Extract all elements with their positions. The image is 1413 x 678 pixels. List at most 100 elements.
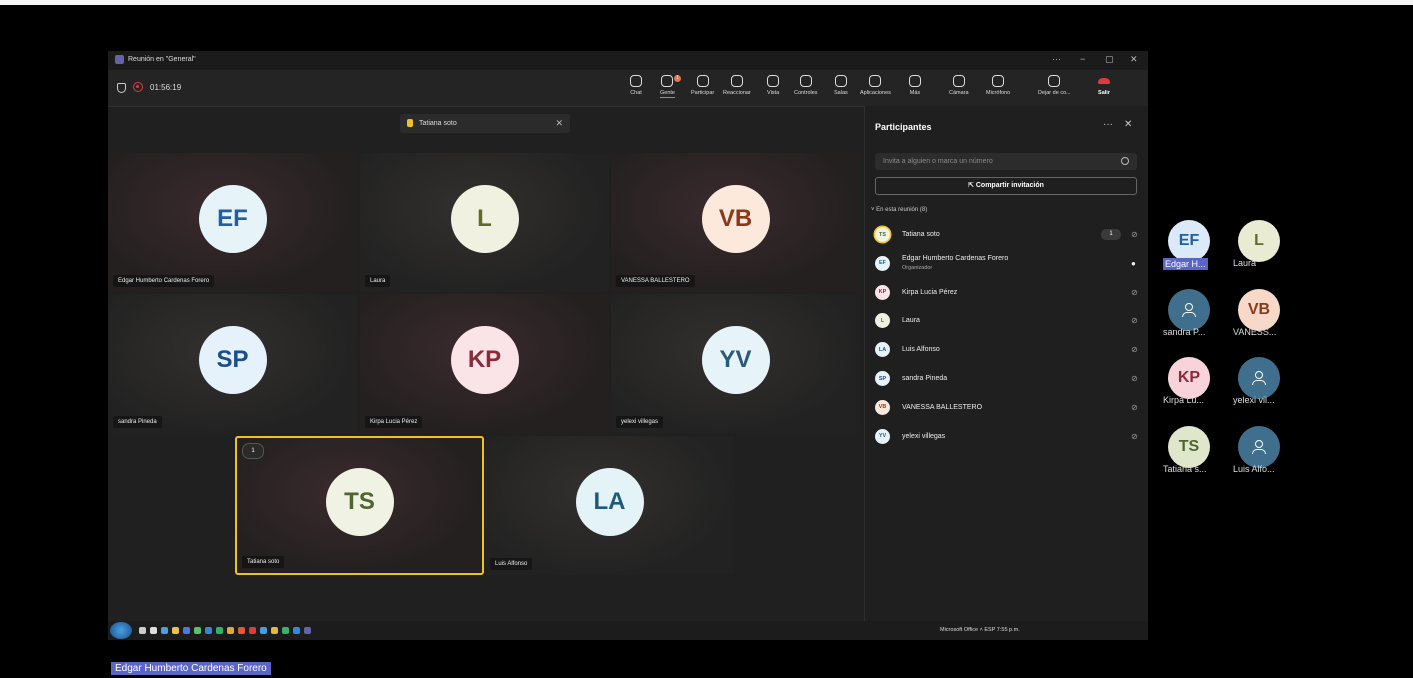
floating-name-label: Tatiana s... [1163, 464, 1207, 474]
taskbar-app-icon[interactable] [150, 627, 157, 634]
toolbar-button-label: Salas [834, 90, 848, 96]
microphone-muted-icon: ⊘ [1131, 402, 1138, 412]
taskbar-app-icon[interactable] [227, 627, 234, 634]
video-tile[interactable]: LA Luis Alfonso [485, 436, 734, 575]
taskbar-app-icon[interactable] [304, 627, 311, 634]
floating-name-label: Edgar H... [1163, 258, 1208, 270]
taskbar-app-icon[interactable] [271, 627, 278, 634]
microphone-muted-icon: ⊘ [1131, 287, 1138, 297]
participant-avatar: L [875, 313, 890, 329]
floating-avatar[interactable]: TS [1168, 426, 1210, 468]
floating-avatar[interactable] [1168, 289, 1210, 331]
toolbar-button-8[interactable]: Más [909, 75, 921, 96]
floating-avatar[interactable] [1238, 426, 1280, 468]
taskbar-app-icon[interactable] [183, 627, 190, 634]
toolbar-button-4[interactable]: Vista [767, 75, 779, 96]
toolbar-button-1[interactable]: Gente 1 [660, 75, 681, 98]
participant-avatar: TS [875, 227, 890, 242]
invite-placeholder: Invita a alguien o marca un número [883, 158, 993, 165]
teams-logo-icon [115, 55, 124, 64]
grid-view-icon [767, 75, 780, 87]
toolbar-button-9[interactable]: Cámara [949, 75, 969, 96]
toolbar-button-5[interactable]: Controles [794, 75, 818, 96]
taskbar-app-icon[interactable] [161, 627, 168, 634]
floating-avatar[interactable]: VB [1238, 289, 1280, 331]
floating-avatar[interactable] [1238, 357, 1280, 399]
speaker-label: Edgar Humberto Cardenas Forero [111, 662, 271, 675]
toolbar-button-11[interactable]: Dejar de co... [1038, 75, 1071, 96]
taskbar-app-icon[interactable] [194, 627, 201, 634]
video-tile[interactable]: YV yelexi villegas [611, 294, 860, 433]
floating-avatar[interactable]: EF [1168, 220, 1210, 262]
taskbar-app-icon[interactable] [238, 627, 245, 634]
camera-off-icon [952, 75, 965, 87]
section-header[interactable]: ˅ En esta reunión (8) [871, 207, 927, 213]
participants-panel: Participantes ··· ✕ Invita a alguien o m… [864, 106, 1148, 624]
participant-avatar: LA [875, 342, 890, 358]
participant-name: Kirpa Lucia Pérez [902, 288, 958, 296]
taskbar-app-icon[interactable] [216, 627, 223, 634]
participant-row[interactable]: VB VANESSA BALLESTERO ⊘ [875, 397, 1145, 419]
toolbar-button-2[interactable]: Participar [691, 75, 714, 96]
toast-name: Tatiana soto [419, 120, 457, 127]
share-invitation-button[interactable]: ⇱ Compartir invitación [875, 177, 1137, 195]
participant-name-label: VANESSA BALLESTERO [616, 275, 695, 287]
recording-icon [133, 82, 143, 92]
microphone-muted-icon: ⊘ [1131, 345, 1138, 355]
taskbar-app-icon[interactable] [282, 627, 289, 634]
participant-row[interactable]: L Laura ⊘ [875, 310, 1145, 332]
participant-name: Tatiana soto [902, 231, 940, 238]
floating-avatar[interactable]: KP [1168, 357, 1210, 399]
toolbar-button-10[interactable]: Micrófono [986, 75, 1010, 96]
participant-name-label: sandra Pineda [113, 416, 162, 428]
toolbar-button-3[interactable]: Reaccionar [723, 75, 751, 96]
toolbar-button-label: Cámara [949, 90, 969, 96]
participant-row[interactable]: KP Kirpa Lucia Pérez ⊘ [875, 282, 1145, 304]
toolbar-button-6[interactable]: Salas [834, 75, 848, 96]
panel-close-icon[interactable]: ✕ [1124, 119, 1132, 130]
participant-row[interactable]: LA Luis Alfonso ⊘ [875, 339, 1145, 361]
raised-hand-badge: 1 [242, 443, 264, 459]
video-tile[interactable]: L Laura [360, 153, 609, 292]
start-orb-icon[interactable] [110, 622, 132, 639]
taskbar-app-icon[interactable] [249, 627, 256, 634]
meeting-timer: 01:56:19 [150, 83, 182, 92]
video-tile[interactable]: VB VANESSA BALLESTERO [611, 153, 860, 292]
avatar: L [450, 184, 519, 253]
close-icon[interactable]: ✕ [1130, 54, 1138, 65]
taskbar-app-icon[interactable] [260, 627, 267, 634]
toolbar-button-label: Controles [794, 90, 818, 96]
taskbar-app-icon[interactable] [172, 627, 179, 634]
toolbar-button-0[interactable]: Chat [630, 75, 642, 96]
participant-row[interactable]: EF Edgar Humberto Cardenas Forero Organiza… [875, 253, 1145, 275]
panel-more-icon[interactable]: ··· [1103, 119, 1113, 130]
floating-name-label: VANESS... [1233, 327, 1277, 337]
microphone-muted-icon: ⊘ [1131, 316, 1138, 326]
participant-row[interactable]: SP sandra Pineda ⊘ [875, 368, 1145, 390]
minimize-icon[interactable]: − [1080, 54, 1085, 64]
notification-badge: 1 [674, 75, 681, 82]
toolbar-button-label: Chat [630, 90, 642, 96]
floating-avatar[interactable]: L [1238, 220, 1280, 262]
toolbar-button-label: Gente [660, 90, 675, 98]
invite-input[interactable]: Invita a alguien o marca un número [875, 153, 1137, 170]
participant-row[interactable]: YV yelexi villegas ⊘ [875, 426, 1145, 448]
video-tile[interactable]: KP Kirpa Lucia Pérez [360, 294, 609, 433]
video-tile[interactable]: EF Edgar Humberto Cardenas Forero [108, 153, 357, 292]
video-tile[interactable]: SP sandra Pineda [108, 294, 357, 433]
maximize-icon[interactable]: ▢ [1105, 54, 1114, 65]
taskbar-app-icon[interactable] [139, 627, 146, 634]
leave-button[interactable]: Salir [1098, 75, 1110, 96]
more-options-icon[interactable]: ··· [1052, 54, 1061, 64]
taskbar-app-icon[interactable] [205, 627, 212, 634]
participant-name: Edgar Humberto Cardenas Forero [902, 254, 1009, 262]
participant-row[interactable]: TS Tatiana soto 1 ⊘ [875, 224, 1145, 246]
search-icon [1121, 157, 1129, 165]
toolbar-button-7[interactable]: Aplicaciones [860, 75, 891, 96]
participant-avatar: KP [875, 284, 890, 300]
taskbar-app-icon[interactable] [293, 627, 300, 634]
leave-label: Salir [1098, 90, 1110, 96]
video-tile[interactable]: TS Tatiana soto 1 [235, 436, 484, 575]
close-toast-icon[interactable]: ✕ [555, 118, 563, 129]
microphone-icon: ● [1131, 258, 1136, 268]
